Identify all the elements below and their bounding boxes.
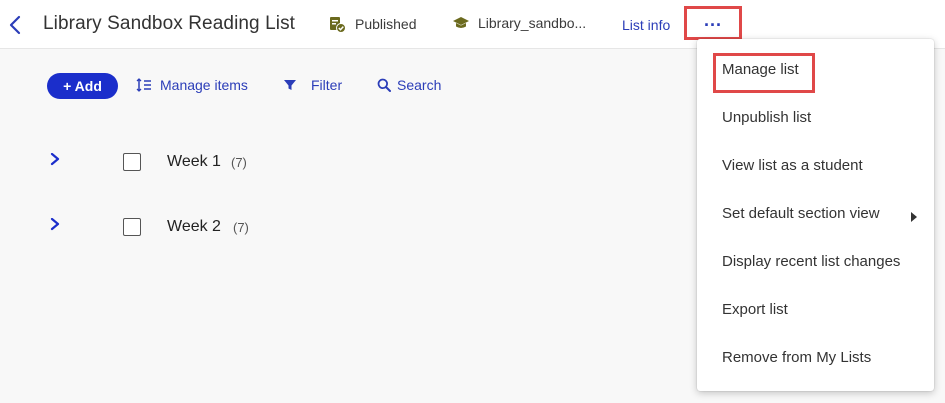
status-published: Published: [328, 15, 417, 33]
filter-label: Filter: [311, 77, 343, 93]
chevron-left-icon: [9, 15, 21, 35]
menu-item-label: Manage list: [722, 61, 799, 78]
course-label: Library_sandbo...: [478, 15, 587, 31]
more-options-button[interactable]: ...: [684, 6, 742, 40]
caret-right-icon: [911, 212, 917, 222]
section-label: Week 2: [167, 218, 221, 235]
more-dots-icon: ...: [703, 10, 722, 30]
menu-item-view-as-student[interactable]: View list as a student: [697, 143, 934, 191]
section-row: Week 1 (7): [0, 153, 680, 193]
back-button[interactable]: [6, 13, 24, 37]
section-row: Week 2 (7): [0, 218, 680, 258]
section-checkbox[interactable]: [123, 153, 141, 171]
more-options-menu: Manage list Unpublish list View list as …: [697, 39, 934, 391]
graduation-cap-icon: [453, 17, 469, 28]
menu-item-manage-list[interactable]: Manage list: [697, 47, 934, 95]
menu-item-export-list[interactable]: Export list: [697, 287, 934, 335]
filter-funnel-icon: [284, 80, 296, 90]
add-button[interactable]: + Add: [47, 73, 118, 99]
menu-item-label: Remove from My Lists: [722, 349, 872, 366]
list-info-link[interactable]: List info: [622, 17, 670, 33]
menu-item-label: Display recent list changes: [722, 253, 901, 270]
section-label: Week 1: [167, 153, 221, 170]
menu-item-display-recent-changes[interactable]: Display recent list changes: [697, 239, 934, 287]
status-label: Published: [355, 16, 417, 32]
search-label: Search: [397, 77, 442, 93]
menu-item-label: Unpublish list: [722, 109, 812, 126]
menu-item-label: Set default section view: [722, 205, 880, 222]
manage-items-button[interactable]: Manage items: [136, 77, 248, 93]
sort-list-icon: [136, 78, 151, 92]
chevron-right-icon[interactable]: [48, 153, 62, 169]
manage-items-label: Manage items: [160, 77, 248, 93]
menu-item-unpublish-list[interactable]: Unpublish list: [697, 95, 934, 143]
menu-item-set-default-section-view[interactable]: Set default section view: [697, 191, 934, 239]
menu-item-remove-from-my-lists[interactable]: Remove from My Lists: [697, 335, 934, 383]
menu-item-label: Export list: [722, 301, 788, 318]
published-clipboard-icon: [330, 17, 346, 33]
filter-button[interactable]: Filter: [283, 77, 342, 93]
section-count: (7): [233, 220, 249, 235]
search-icon: [377, 78, 391, 92]
course-link[interactable]: Library_sandbo...: [452, 15, 586, 31]
chevron-right-icon[interactable]: [48, 218, 62, 234]
list-toolbar: + Add Manage items Filter Search: [47, 73, 687, 99]
section-count: (7): [231, 155, 247, 170]
menu-item-label: View list as a student: [722, 157, 863, 174]
section-checkbox[interactable]: [123, 218, 141, 236]
search-button[interactable]: Search: [377, 77, 441, 93]
page-title: Library Sandbox Reading List: [43, 13, 296, 34]
